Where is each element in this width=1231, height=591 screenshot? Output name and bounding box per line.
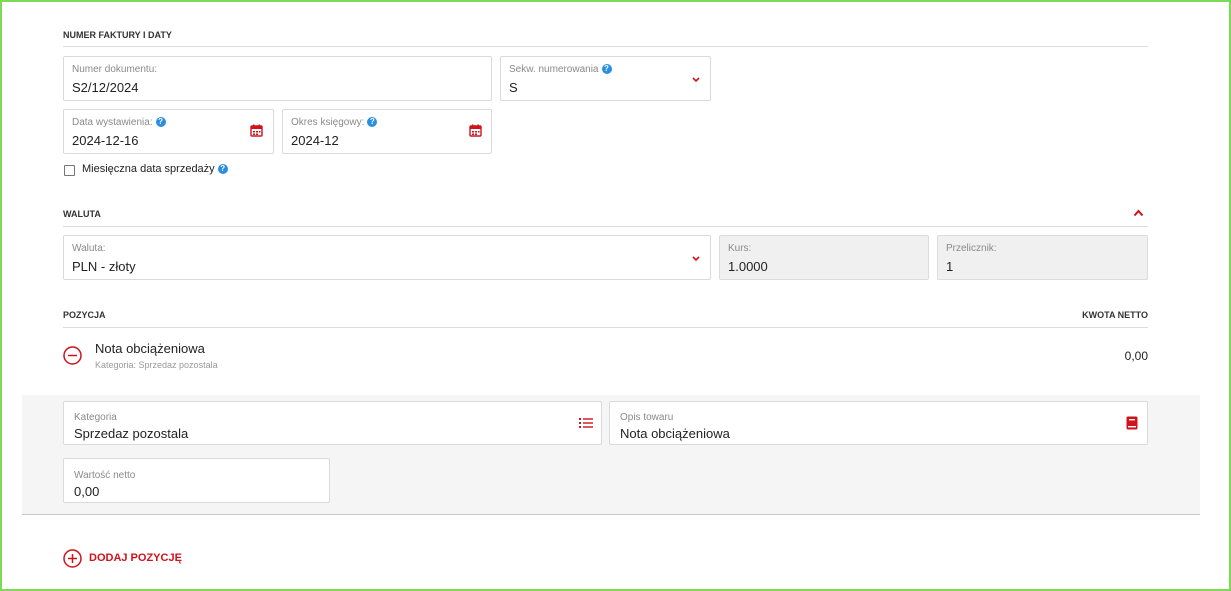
calendar-icon[interactable]	[250, 124, 263, 137]
issue-date-label: Data wystawienia:	[72, 117, 153, 128]
category-field[interactable]: Kategoria Sprzedaz pozostala	[63, 401, 602, 445]
converter-label: Przelicznik:	[946, 243, 997, 254]
divider	[63, 327, 1148, 328]
sequence-label-wrap: Sekw. numerowania?	[509, 64, 612, 75]
currency-select[interactable]: Waluta: PLN - złoty	[63, 235, 711, 280]
help-icon[interactable]: ?	[367, 117, 378, 127]
monthly-sale-date-checkbox[interactable]	[64, 165, 75, 176]
sequence-label: Sekw. numerowania	[509, 64, 599, 75]
description-field[interactable]: Opis towaru Nota obciążeniowa	[609, 401, 1148, 445]
rate-value: 1.0000	[728, 259, 768, 274]
help-icon[interactable]: ?	[217, 164, 228, 174]
net-value-field[interactable]: Wartość netto 0,00	[63, 458, 330, 503]
chevron-up-icon[interactable]	[1133, 209, 1144, 217]
section-title-invoice: NUMER FAKTURY I DATY	[63, 30, 172, 40]
issue-date-label-wrap: Data wystawienia:?	[72, 117, 166, 128]
rate-field: Kurs: 1.0000	[719, 235, 929, 280]
divider	[63, 46, 1148, 47]
description-value[interactable]: Nota obciążeniowa	[620, 426, 730, 441]
issue-date-value[interactable]: 2024-12-16	[72, 133, 139, 148]
category-value: Sprzedaz pozostala	[74, 426, 189, 441]
sequence-select[interactable]: Sekw. numerowania? S	[500, 56, 711, 101]
remove-circle-icon[interactable]	[63, 346, 82, 365]
divider	[63, 226, 1148, 227]
help-icon[interactable]: ?	[155, 117, 166, 127]
list-icon[interactable]	[579, 417, 593, 429]
currency-value: PLN - złoty	[72, 259, 136, 274]
book-icon[interactable]	[1126, 416, 1138, 430]
item-category-line: Kategoria: Sprzedaz pozostala	[95, 360, 218, 370]
chevron-down-icon[interactable]	[692, 77, 700, 83]
description-label: Opis towaru	[620, 412, 674, 423]
help-icon[interactable]: ?	[601, 64, 612, 74]
issue-date-field[interactable]: Data wystawienia:? 2024-12-16	[63, 109, 274, 154]
section-title-net-amount: KWOTA NETTO	[1082, 310, 1148, 320]
currency-label: Waluta:	[72, 243, 106, 254]
section-title-position: POZYCJA	[63, 310, 106, 320]
monthly-sale-date-label-wrap: Miesięczna data sprzedaży?	[82, 163, 228, 175]
item-name: Nota obciążeniowa	[95, 341, 205, 356]
monthly-sale-date-label: Miesięczna data sprzedaży	[82, 163, 215, 175]
calendar-icon[interactable]	[469, 124, 482, 137]
converter-field: Przelicznik: 1	[937, 235, 1148, 280]
accounting-period-field[interactable]: Okres księgowy:? 2024-12	[282, 109, 492, 154]
add-position-label: DODAJ POZYCJĘ	[89, 552, 182, 564]
accounting-period-value[interactable]: 2024-12	[291, 133, 339, 148]
add-circle-icon	[63, 549, 82, 568]
doc-number-field[interactable]: Numer dokumentu: S2/12/2024	[63, 56, 492, 101]
rate-label: Kurs:	[728, 243, 752, 254]
chevron-down-icon[interactable]	[692, 256, 700, 262]
net-value-label: Wartość netto	[74, 470, 136, 481]
doc-number-label: Numer dokumentu:	[72, 64, 158, 75]
sequence-value: S	[509, 80, 518, 95]
section-title-currency: WALUTA	[63, 209, 101, 219]
converter-value: 1	[946, 259, 954, 274]
doc-number-value[interactable]: S2/12/2024	[72, 80, 139, 95]
category-label: Kategoria	[74, 412, 117, 423]
accounting-period-label-wrap: Okres księgowy:?	[291, 117, 378, 128]
net-value-value[interactable]: 0,00	[74, 484, 99, 499]
accounting-period-label: Okres księgowy:	[291, 117, 365, 128]
item-amount: 0,00	[1124, 349, 1148, 363]
